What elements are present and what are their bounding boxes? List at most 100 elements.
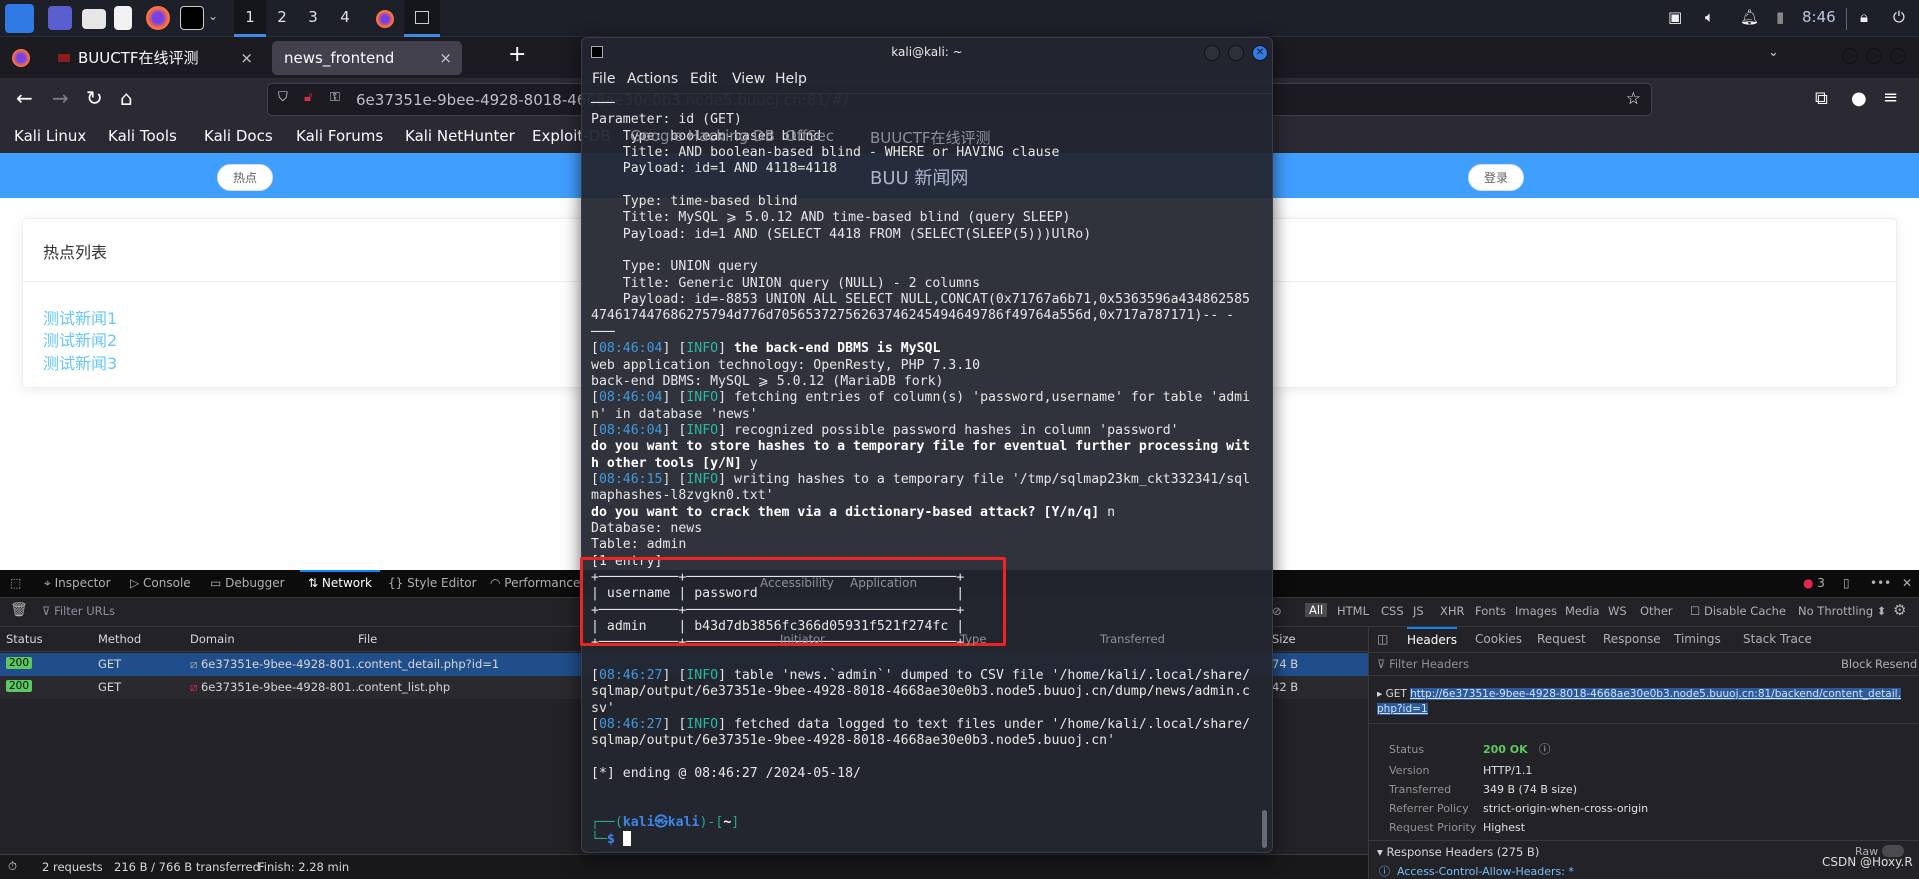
filter-images[interactable]: Images [1515,604,1557,618]
firefox-icon[interactable] [146,6,170,30]
menu-file[interactable]: File [592,71,615,87]
filter-fonts[interactable]: Fonts [1475,604,1506,618]
maximize-button[interactable] [1866,48,1882,64]
tab-application[interactable]: Application [850,576,917,590]
workspace-4[interactable]: 4 [329,0,361,37]
request-url-line[interactable]: ▸ GET http://6e37351e-9bee-4928-8018-466… [1377,687,1907,717]
tab-request[interactable]: Request [1537,632,1586,646]
kali-menu-icon[interactable] [5,4,34,33]
reload-icon[interactable]: ↻ [86,86,103,110]
col-file[interactable]: File [358,632,377,646]
tab-debugger[interactable]: ▭ Debugger [210,576,285,590]
minimize-button[interactable] [1204,45,1220,61]
response-headers-toggle[interactable]: ▾ Response Headers (275 B) [1377,845,1539,859]
menu-icon[interactable]: ≡ [1883,87,1898,108]
settings-gear-icon[interactable]: ⚙ [1893,601,1906,619]
filter-media[interactable]: Media [1565,604,1600,618]
insecure-lock-icon[interactable]: 🔓︎ [304,90,312,105]
terminal-titlebar[interactable]: kali@kali: ~ ✕ [582,38,1272,67]
maximize-button[interactable] [1228,45,1244,61]
responsive-mode-icon[interactable]: ▯ [1843,576,1850,590]
col-transferred[interactable]: Transferred [1100,632,1165,646]
toggle-sidebar-icon[interactable]: ◫ [1377,632,1388,646]
col-initiator[interactable]: Initiator [780,632,825,646]
tab-performance[interactable]: ◠ Performance [490,576,580,590]
request-url[interactable]: http://6e37351e-9bee-4928-8018-4668ae30e… [1377,688,1901,715]
shield-icon[interactable]: ⛉ [278,90,288,105]
chevron-down-icon[interactable]: ⌄ [208,9,218,23]
battery-icon[interactable]: ▮ [1776,8,1784,26]
terminal-icon[interactable] [180,6,204,30]
tab-timings[interactable]: Timings [1674,632,1721,646]
bookmark-kali-tools[interactable]: Kali Tools [108,127,177,145]
firefox-icon[interactable] [12,49,30,67]
news-link[interactable]: 测试新闻1 [43,305,117,329]
filter-urls-input[interactable]: ⊽ Filter URLs [42,604,115,618]
news-link[interactable]: 测试新闻2 [43,327,117,351]
tab-stack-trace[interactable]: Stack Trace [1743,632,1812,646]
clock[interactable]: 8:46 [1802,8,1836,26]
col-size[interactable]: Size [1272,632,1296,646]
firefox-window-icon[interactable] [376,10,394,28]
bookmark-offsec[interactable]: OffSec [785,127,834,145]
volume-icon[interactable]: 🔈︎ [1705,8,1714,26]
new-tab-button[interactable]: + [508,42,526,67]
menu-help[interactable]: Help [775,71,807,87]
list-tabs-icon[interactable]: ⌄ [1768,45,1779,60]
login-button[interactable]: 登录 [1468,164,1524,191]
forward-icon[interactable]: → [52,86,69,110]
terminal-window[interactable]: kali@kali: ~ ✕ File Actions Edit View He… [581,37,1273,853]
filter-html[interactable]: HTML [1337,604,1369,618]
bookmark-kali-linux[interactable]: Kali Linux [14,127,86,145]
workspace-3[interactable]: 3 [297,0,329,37]
terminal-window-button[interactable] [404,0,440,37]
news-link[interactable]: 测试新闻3 [43,350,117,374]
close-tab-icon[interactable]: × [439,41,452,75]
desktop-icon[interactable] [48,6,72,30]
col-domain[interactable]: Domain [190,632,235,646]
help-icon[interactable]: ⓘ [1539,741,1551,757]
nav-hot-button[interactable]: 热点 [217,164,273,191]
home-icon[interactable]: ⌂ [120,86,133,110]
block-icon[interactable]: ⊘ [1272,604,1282,618]
tab-accessibility[interactable]: Accessibility [760,576,834,590]
tab-network[interactable]: ⇅ Network [300,570,380,594]
filter-all[interactable]: All [1305,603,1328,617]
resend-button[interactable]: Resend [1875,657,1917,671]
col-status[interactable]: Status [6,632,43,646]
logout-icon[interactable]: ⏻ [1893,8,1905,26]
trash-icon[interactable]: 🗑︎ [10,602,28,618]
close-tab-icon[interactable]: × [240,41,253,75]
key-icon[interactable]: ⚿ [330,90,340,105]
menu-actions[interactable]: Actions [627,71,678,87]
menu-edit[interactable]: Edit [690,71,717,87]
tab-response[interactable]: Response [1603,632,1661,646]
tab-console[interactable]: ▷ Console [130,576,191,590]
account-icon[interactable]: ● [1851,88,1867,109]
tab-news-frontend[interactable]: news_frontend × [272,41,462,75]
file-manager-icon[interactable] [82,9,106,29]
pick-element-icon[interactable]: ⬚ [10,576,21,590]
filter-other[interactable]: Other [1640,604,1673,618]
more-options-icon[interactable]: ••• [1870,576,1891,590]
bookmark-kali-forums[interactable]: Kali Forums [296,127,383,145]
tab-buuctf[interactable]: BUUCTF在线评测 × [48,41,263,75]
extensions-icon[interactable]: ⧉ [1815,88,1828,109]
terminal-output[interactable]: ─── Parameter: id (GET) Type: boolean-bas… [591,96,1266,848]
close-icon[interactable]: ✕ [1252,45,1268,61]
bell-icon[interactable]: 🔔︎ [1740,8,1759,26]
throttling-select[interactable]: No Throttling ⬍ [1798,604,1886,618]
block-button[interactable]: Block [1841,657,1872,671]
close-window-button[interactable] [1890,48,1906,64]
back-icon[interactable]: ← [16,86,33,110]
bookmark-star-icon[interactable]: ☆ [1626,89,1641,109]
tab-inspector[interactable]: ⌖ Inspector [44,576,111,591]
tab-cookies[interactable]: Cookies [1475,632,1522,646]
text-editor-icon[interactable] [114,6,132,30]
bookmark-kali-docs[interactable]: Kali Docs [204,127,273,145]
close-devtools-icon[interactable]: ✕ [1902,576,1912,590]
col-type[interactable]: Type [960,632,986,646]
minimize-button[interactable] [1842,48,1858,64]
stopwatch-icon[interactable]: ⏱ [8,859,17,874]
tab-style-editor[interactable]: {} Style Editor [388,576,477,590]
